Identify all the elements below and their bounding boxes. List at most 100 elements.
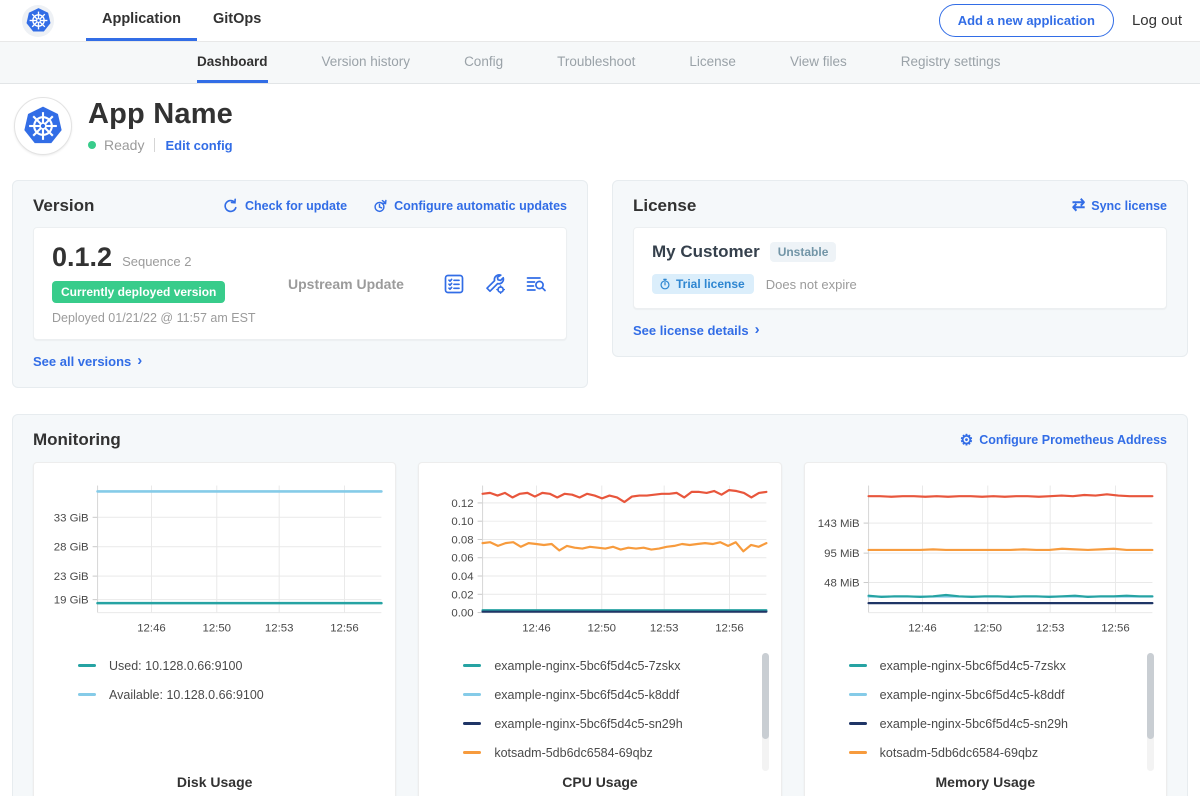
license-details-row: My Customer Unstable Trial license Does … — [633, 227, 1167, 309]
view-logs-icon[interactable] — [524, 272, 548, 296]
sync-icon: ⇄ — [1072, 198, 1085, 214]
legend-item[interactable]: example-nginx-5bc6f5d4c5-sn29h — [849, 709, 1132, 738]
add-application-button[interactable]: Add a new application — [939, 4, 1114, 37]
version-card: Version Check for update — [12, 180, 588, 388]
cpu-usage-card: 12:4612:5012:5312:560.120.100.080.060.04… — [418, 462, 781, 796]
legend-scrollbar[interactable] — [1147, 653, 1154, 771]
legend-scrollbar-thumb[interactable] — [1147, 653, 1154, 739]
tab-dashboard[interactable]: Dashboard — [197, 42, 268, 83]
edit-config-link[interactable]: Edit config — [165, 138, 232, 153]
tab-version-history[interactable]: Version history — [322, 42, 411, 83]
sync-license-link[interactable]: ⇄ Sync license — [1072, 198, 1167, 214]
logout-button[interactable]: Log out — [1132, 12, 1182, 29]
check-for-update-link[interactable]: Check for update — [222, 198, 347, 215]
deployed-badge: Currently deployed version — [52, 281, 225, 303]
monitoring-title: Monitoring — [33, 430, 121, 450]
license-card: License ⇄ Sync license My Customer Unsta… — [612, 180, 1188, 357]
chart-title: Disk Usage — [42, 774, 387, 794]
legend-label: example-nginx-5bc6f5d4c5-sn29h — [494, 717, 682, 731]
app-avatar-kubernetes-icon — [14, 97, 72, 155]
legend-color-dash — [78, 664, 96, 667]
legend-color-dash — [463, 722, 481, 725]
memory-usage-chart[interactable]: 12:4612:5012:5312:56143 MiB95 MiB48 MiB — [813, 473, 1158, 641]
svg-text:48 MiB: 48 MiB — [824, 578, 860, 590]
chevron-right-icon: › — [755, 321, 760, 338]
cpu-usage-chart[interactable]: 12:4612:5012:5312:560.120.100.080.060.04… — [427, 473, 772, 641]
see-license-details-link[interactable]: See license details › — [633, 322, 760, 339]
app-sub-navigation: Dashboard Version history Config Trouble… — [0, 42, 1200, 84]
edit-config-wrench-icon[interactable] — [483, 272, 507, 296]
version-sequence: Sequence 2 — [122, 254, 191, 269]
svg-text:12:46: 12:46 — [137, 622, 166, 634]
stopwatch-icon — [659, 278, 671, 290]
legend-item[interactable]: example-nginx-5bc6f5d4c5-7zskx — [463, 651, 746, 680]
legend-color-dash — [849, 693, 867, 696]
gear-icon: ⚙ — [960, 433, 973, 448]
deployed-timestamp: Deployed 01/21/22 @ 11:57 am EST — [52, 311, 288, 325]
legend-item[interactable]: example-nginx-5bc6f5d4c5-k8ddf — [463, 680, 746, 709]
kubernetes-logo-icon — [22, 5, 54, 37]
version-number: 0.1.2 — [52, 242, 112, 273]
legend-label: Available: 10.128.0.66:9100 — [109, 688, 264, 702]
memory-usage-legend: example-nginx-5bc6f5d4c5-7zskx example-ng… — [849, 651, 1158, 767]
tab-application[interactable]: Application — [86, 0, 197, 41]
svg-text:12:46: 12:46 — [523, 622, 552, 634]
channel-badge: Unstable — [770, 242, 837, 262]
configure-automatic-updates-link[interactable]: Configure automatic updates — [371, 198, 567, 215]
legend-label: example-nginx-5bc6f5d4c5-sn29h — [880, 717, 1068, 731]
preflight-checks-icon[interactable] — [442, 272, 466, 296]
page-title: App Name — [88, 98, 233, 131]
version-card-title: Version — [33, 196, 94, 216]
disk-usage-legend: Used: 10.128.0.66:9100 Available: 10.128.… — [78, 651, 387, 709]
legend-item[interactable]: kotsadm-5db6dc6584-69qbz — [849, 738, 1132, 767]
svg-text:0.06: 0.06 — [452, 553, 474, 565]
legend-item[interactable]: example-nginx-5bc6f5d4c5-sn29h — [463, 709, 746, 738]
svg-text:12:56: 12:56 — [716, 622, 745, 634]
svg-text:12:56: 12:56 — [1101, 622, 1130, 634]
memory-usage-card: 12:4612:5012:5312:56143 MiB95 MiB48 MiB … — [804, 462, 1167, 796]
tab-registry-settings[interactable]: Registry settings — [901, 42, 1001, 83]
legend-scrollbar-thumb[interactable] — [762, 653, 769, 739]
tab-license[interactable]: License — [689, 42, 736, 83]
tab-gitops[interactable]: GitOps — [197, 0, 277, 41]
svg-text:143 MiB: 143 MiB — [817, 518, 859, 530]
legend-label: example-nginx-5bc6f5d4c5-k8ddf — [494, 688, 679, 702]
legend-color-dash — [78, 693, 96, 696]
svg-text:12:50: 12:50 — [588, 622, 617, 634]
legend-item[interactable]: example-nginx-5bc6f5d4c5-7zskx — [849, 651, 1132, 680]
status-badge: Ready — [104, 137, 144, 153]
legend-item[interactable]: kotsadm-5db6dc6584-69qbz — [463, 738, 746, 767]
license-expiry: Does not expire — [766, 277, 857, 292]
license-card-title: License — [633, 196, 696, 216]
version-source-label: Upstream Update — [288, 276, 442, 292]
svg-text:0.08: 0.08 — [452, 534, 474, 546]
svg-text:95 MiB: 95 MiB — [824, 548, 860, 560]
legend-label: kotsadm-5db6dc6584-69qbz — [880, 746, 1038, 760]
legend-item[interactable]: example-nginx-5bc6f5d4c5-k8ddf — [849, 680, 1132, 709]
legend-label: example-nginx-5bc6f5d4c5-7zskx — [880, 659, 1066, 673]
status-dot — [88, 141, 96, 149]
chart-title: Memory Usage — [813, 774, 1158, 794]
chart-title: CPU Usage — [427, 774, 772, 794]
svg-text:12:53: 12:53 — [265, 622, 294, 634]
legend-label: example-nginx-5bc6f5d4c5-k8ddf — [880, 688, 1065, 702]
disk-usage-chart[interactable]: 12:4612:5012:5312:5633 GiB28 GiB23 GiB19… — [42, 473, 387, 641]
configure-prometheus-link[interactable]: ⚙ Configure Prometheus Address — [960, 433, 1167, 448]
legend-scrollbar[interactable] — [762, 653, 769, 771]
svg-text:12:46: 12:46 — [908, 622, 937, 634]
svg-text:12:53: 12:53 — [650, 622, 679, 634]
legend-color-dash — [849, 664, 867, 667]
license-type-badge: Trial license — [652, 274, 754, 294]
tab-config[interactable]: Config — [464, 42, 503, 83]
tab-view-files[interactable]: View files — [790, 42, 847, 83]
customer-name: My Customer — [652, 242, 760, 262]
svg-text:12:50: 12:50 — [973, 622, 1002, 634]
legend-item[interactable]: Used: 10.128.0.66:9100 — [78, 651, 361, 680]
svg-text:0.02: 0.02 — [452, 589, 474, 601]
legend-item[interactable]: Available: 10.128.0.66:9100 — [78, 680, 361, 709]
monitoring-section: Monitoring ⚙ Configure Prometheus Addres… — [12, 414, 1188, 796]
top-navigation: Application GitOps Add a new application… — [0, 0, 1200, 42]
tab-troubleshoot[interactable]: Troubleshoot — [557, 42, 635, 83]
legend-color-dash — [463, 664, 481, 667]
see-all-versions-link[interactable]: See all versions › — [33, 353, 142, 370]
